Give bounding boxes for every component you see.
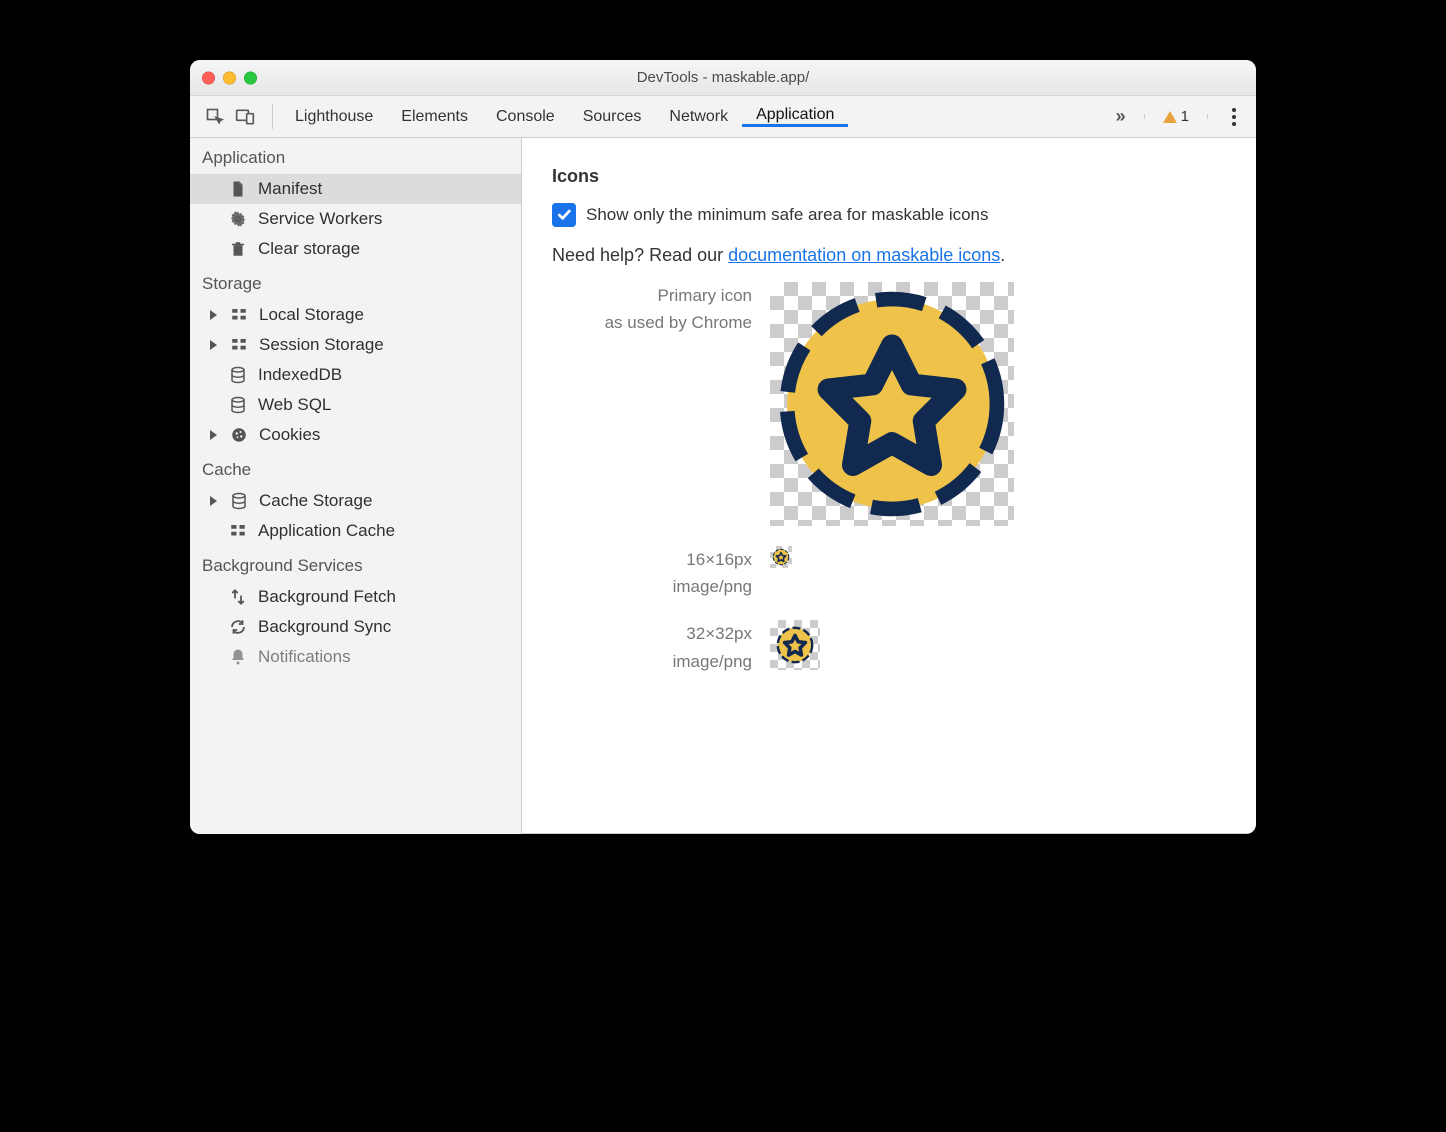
cookie-icon xyxy=(229,425,249,445)
sidebar-item-notifications[interactable]: Notifications xyxy=(190,642,521,672)
warnings-badge[interactable]: 1 xyxy=(1163,108,1189,125)
sync-icon xyxy=(228,617,248,637)
manifest-panel: Icons Show only the minimum safe area fo… xyxy=(522,138,1256,834)
section-heading: Icons xyxy=(552,166,1226,187)
db-icon xyxy=(228,395,248,415)
db-icon xyxy=(229,491,249,511)
sidebar-item-label: IndexedDB xyxy=(258,365,342,385)
safe-area-label: Show only the minimum safe area for mask… xyxy=(586,205,989,225)
sidebar-item-websql[interactable]: Web SQL xyxy=(190,390,521,420)
file-icon xyxy=(228,179,248,199)
sidebar-item-label: Service Workers xyxy=(258,209,382,229)
sidebar-item-label: Web SQL xyxy=(258,395,331,415)
sidebar-item-manifest[interactable]: Manifest xyxy=(190,174,521,204)
chevron-right-icon xyxy=(210,340,217,350)
sidebar-item-local-storage[interactable]: Local Storage xyxy=(190,300,521,330)
sidebar-item-label: Cache Storage xyxy=(259,491,372,511)
separator xyxy=(1144,114,1145,119)
group-background-services: Background Services xyxy=(190,546,521,582)
sidebar-item-label: Session Storage xyxy=(259,335,384,355)
sidebar-item-label: Local Storage xyxy=(259,305,364,325)
icons-grid: Primary icon as used by Chrome 16×16px i… xyxy=(552,282,1226,675)
gear-icon xyxy=(228,209,248,229)
sidebar-item-label: Background Sync xyxy=(258,617,391,637)
separator xyxy=(1207,114,1208,119)
close-button[interactable] xyxy=(202,71,215,84)
warning-count: 1 xyxy=(1181,108,1189,125)
sidebar: Application Manifest Service Workers Cle… xyxy=(190,138,522,834)
sidebar-item-application-cache[interactable]: Application Cache xyxy=(190,516,521,546)
sidebar-item-service-workers[interactable]: Service Workers xyxy=(190,204,521,234)
grid-icon xyxy=(229,305,249,325)
more-tabs-icon[interactable]: » xyxy=(1116,106,1126,127)
group-cache: Cache xyxy=(190,450,521,486)
checker-bg xyxy=(770,546,792,568)
help-suffix: . xyxy=(1000,245,1005,265)
devtools-window: DevTools - maskable.app/ Lighthouse Elem… xyxy=(190,60,1256,834)
tab-console[interactable]: Console xyxy=(482,106,569,127)
sidebar-item-label: Clear storage xyxy=(258,239,360,259)
toolbar: Lighthouse Elements Console Sources Netw… xyxy=(190,96,1256,138)
warning-icon xyxy=(1163,111,1177,123)
tab-application[interactable]: Application xyxy=(742,106,848,127)
sidebar-item-label: Manifest xyxy=(258,179,322,199)
tab-lighthouse[interactable]: Lighthouse xyxy=(281,106,387,127)
titlebar: DevTools - maskable.app/ xyxy=(190,60,1256,96)
group-application: Application xyxy=(190,138,521,174)
window-title: DevTools - maskable.app/ xyxy=(637,69,810,86)
sidebar-item-label: Application Cache xyxy=(258,521,395,541)
help-prefix: Need help? Read our xyxy=(552,245,728,265)
sidebar-item-clear-storage[interactable]: Clear storage xyxy=(190,234,521,264)
tab-network[interactable]: Network xyxy=(655,106,742,127)
primary-icon-preview xyxy=(770,282,1226,526)
icon-32-preview xyxy=(770,620,1226,670)
checker-bg xyxy=(770,620,820,670)
zoom-button[interactable] xyxy=(244,71,257,84)
toggle-device-icon[interactable] xyxy=(234,106,256,128)
body: Application Manifest Service Workers Cle… xyxy=(190,138,1256,834)
safe-area-checkbox[interactable] xyxy=(552,203,576,227)
help-text: Need help? Read our documentation on mas… xyxy=(552,245,1226,266)
grid-icon xyxy=(229,335,249,355)
db-icon xyxy=(228,365,248,385)
icon-16-preview xyxy=(770,546,1226,568)
chevron-right-icon xyxy=(210,310,217,320)
separator xyxy=(272,104,273,129)
icon-16-label: 16×16px image/png xyxy=(552,546,752,600)
settings-menu-button[interactable] xyxy=(1226,108,1242,126)
help-link[interactable]: documentation on maskable icons xyxy=(728,245,1000,265)
tab-elements[interactable]: Elements xyxy=(387,106,482,127)
traffic-lights xyxy=(202,71,257,84)
safe-area-toggle-row: Show only the minimum safe area for mask… xyxy=(552,203,1226,227)
icon-32-label: 32×32px image/png xyxy=(552,620,752,674)
tab-sources[interactable]: Sources xyxy=(569,106,656,127)
sidebar-item-background-fetch[interactable]: Background Fetch xyxy=(190,582,521,612)
sidebar-item-label: Notifications xyxy=(258,647,351,667)
sidebar-item-label: Background Fetch xyxy=(258,587,396,607)
sidebar-item-session-storage[interactable]: Session Storage xyxy=(190,330,521,360)
fetch-icon xyxy=(228,587,248,607)
sidebar-item-cookies[interactable]: Cookies xyxy=(190,420,521,450)
checker-bg xyxy=(770,282,1014,526)
chevron-right-icon xyxy=(210,496,217,506)
group-storage: Storage xyxy=(190,264,521,300)
primary-icon-label: Primary icon as used by Chrome xyxy=(552,282,752,336)
sidebar-item-label: Cookies xyxy=(259,425,320,445)
grid-icon xyxy=(228,521,248,541)
sidebar-item-cache-storage[interactable]: Cache Storage xyxy=(190,486,521,516)
sidebar-item-indexeddb[interactable]: IndexedDB xyxy=(190,360,521,390)
trash-icon xyxy=(228,239,248,259)
panel-tabs: Lighthouse Elements Console Sources Netw… xyxy=(281,106,1112,127)
minimize-button[interactable] xyxy=(223,71,236,84)
inspect-element-icon[interactable] xyxy=(204,106,226,128)
bell-icon xyxy=(228,647,248,667)
sidebar-item-background-sync[interactable]: Background Sync xyxy=(190,612,521,642)
chevron-right-icon xyxy=(210,430,217,440)
